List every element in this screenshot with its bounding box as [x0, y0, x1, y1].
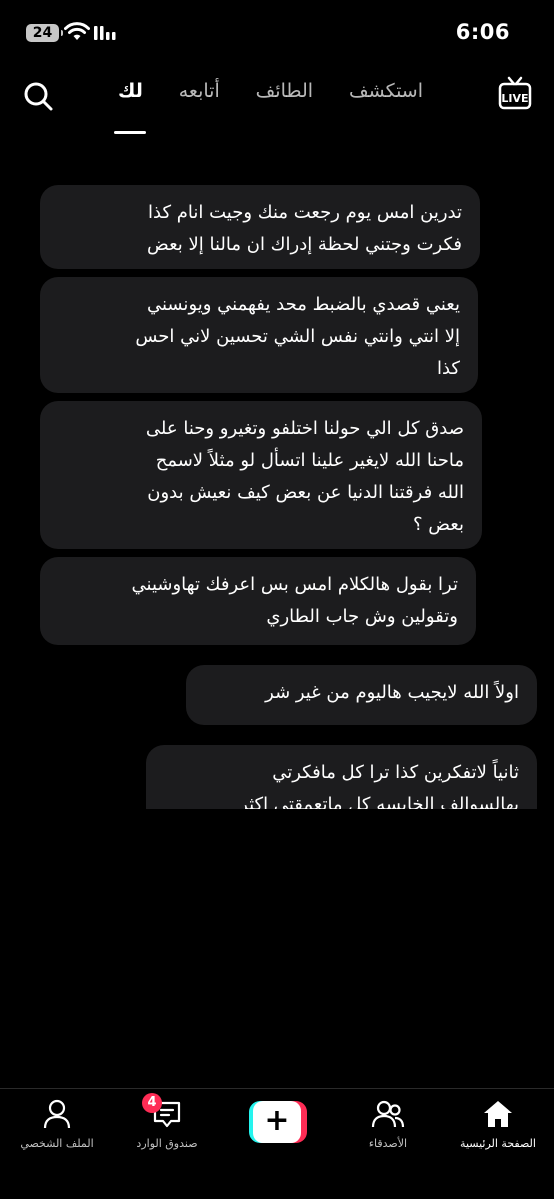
profile-icon	[43, 1099, 71, 1129]
battery-level: 24	[32, 25, 53, 41]
tab-explore[interactable]: استكشف	[349, 80, 423, 120]
profile-label: الملف الشخصي	[20, 1137, 94, 1150]
svg-text:LIVE: LIVE	[501, 92, 528, 105]
home-label: الصفحة الرئيسية	[460, 1137, 536, 1150]
message-bubble: ثانياً لاتفكرين كذا ترا كل مافكرتي بهالس…	[146, 745, 537, 809]
live-icon[interactable]: LIVE	[498, 76, 532, 112]
tab-create[interactable]: +	[222, 1097, 332, 1161]
tab-inbox[interactable]: 4 صندوق الوارد	[112, 1093, 222, 1161]
message-list[interactable]: تدرين امس يوم رجعت منك وجيت انام كذا فكر…	[0, 185, 554, 809]
create-button[interactable]: +	[249, 1101, 307, 1143]
tab-taif[interactable]: الطائف	[256, 80, 313, 120]
tab-profile[interactable]: الملف الشخصي	[2, 1097, 112, 1161]
inbox-icon-wrap: 4	[142, 1093, 184, 1131]
tab-following[interactable]: أتابعه	[179, 80, 220, 120]
message-bubble: تدرين امس يوم رجعت منك وجيت انام كذا فكر…	[40, 185, 480, 269]
battery-icon: 24	[26, 24, 63, 42]
feed-tabs: استكشف الطائف أتابعه لك	[118, 80, 423, 120]
signal-icon	[94, 26, 116, 40]
tab-friends[interactable]: الأصدقاء	[333, 1097, 443, 1161]
wifi-icon	[64, 22, 90, 40]
home-icon	[484, 1101, 512, 1127]
status-bar: 24 6:06	[0, 0, 554, 66]
status-time: 6:06	[455, 20, 510, 44]
bottom-tab-bar: الصفحة الرئيسية الأصدقاء + 4 صندوق الوار…	[0, 1088, 554, 1199]
plus-icon: +	[253, 1101, 301, 1143]
tab-home[interactable]: الصفحة الرئيسية	[443, 1097, 553, 1161]
friends-icon	[371, 1100, 405, 1128]
message-bubble: صدق كل الي حولنا اختلفو وتغيرو وحنا على …	[40, 401, 482, 549]
top-nav: استكشف الطائف أتابعه لك LIVE	[0, 70, 554, 126]
tab-for-you[interactable]: لك	[118, 80, 143, 120]
message-bubble: اولاً الله لايجيب هاليوم من غير شر	[186, 665, 537, 725]
inbox-badge: 4	[142, 1093, 162, 1113]
friends-label: الأصدقاء	[368, 1137, 408, 1150]
inbox-label: صندوق الوارد	[136, 1137, 198, 1150]
tiktok-screen: 24 6:06 استكشف الطائف أتابعه لك LIVE تدر…	[0, 0, 554, 1199]
search-icon[interactable]	[22, 80, 54, 112]
message-bubble: يعني قصدي بالضبط محد يفهمني ويونسني إلا …	[40, 277, 478, 393]
message-bubble: ترا بقول هالكلام امس بس اعرفك تهاوشيني و…	[40, 557, 476, 645]
